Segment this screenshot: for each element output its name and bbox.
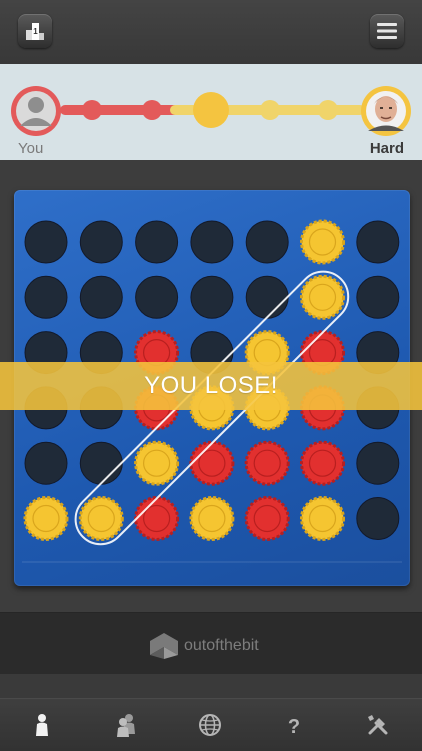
empty-slot — [245, 275, 289, 319]
outofthebit-logo-icon — [150, 633, 178, 659]
empty-slot — [356, 275, 400, 319]
empty-slot — [24, 441, 68, 485]
opponent-avatar — [361, 86, 411, 136]
podium-icon: 1 — [26, 23, 44, 40]
empty-slot — [245, 220, 289, 264]
svg-text:?: ? — [288, 716, 300, 738]
tab-two-player[interactable] — [84, 699, 168, 751]
leaderboard-button[interactable]: 1 — [18, 14, 52, 48]
difficulty-track — [11, 86, 411, 136]
tab-settings[interactable] — [336, 699, 420, 751]
red-disc — [244, 496, 290, 541]
difficulty-progress: You Hard — [0, 64, 422, 160]
empty-slot — [135, 220, 179, 264]
yellow-disc — [189, 496, 235, 541]
ad-bar[interactable]: outofthebit — [0, 612, 422, 675]
empty-slot — [190, 275, 234, 319]
top-bar: 1 — [0, 0, 422, 64]
hamburger-icon — [377, 23, 397, 39]
menu-button[interactable] — [370, 14, 404, 48]
yellow-disc — [300, 274, 345, 320]
empty-slot — [79, 220, 123, 264]
empty-slot — [79, 441, 123, 485]
spacer — [0, 674, 422, 698]
empty-slot — [135, 275, 179, 319]
empty-slot — [79, 275, 123, 319]
empty-slot — [190, 220, 234, 264]
settings-tools-icon — [368, 715, 388, 735]
player-avatar — [11, 86, 61, 136]
brand-text: outofthebit — [184, 637, 259, 654]
tab-online[interactable] — [168, 699, 252, 751]
brand-logo: outofthebit — [148, 633, 259, 659]
empty-slot — [24, 275, 68, 319]
tab-help[interactable]: ? — [252, 699, 336, 751]
result-banner: YOU LOSE! — [0, 362, 422, 410]
red-disc — [189, 440, 235, 486]
two-player-icon — [117, 714, 135, 737]
result-text: YOU LOSE! — [144, 372, 278, 399]
yellow-disc — [23, 496, 69, 541]
yellow-disc — [134, 440, 180, 486]
red-disc — [300, 440, 345, 486]
yellow-disc — [300, 219, 345, 265]
tab-bar: ? — [0, 698, 422, 751]
difficulty-label: Hard — [369, 140, 404, 157]
help-icon: ? — [288, 716, 300, 738]
yellow-disc — [300, 496, 345, 541]
empty-slot — [24, 220, 68, 264]
single-player-icon — [36, 714, 48, 736]
globe-icon — [199, 714, 221, 736]
svg-text:1: 1 — [33, 27, 38, 36]
tab-single-player[interactable] — [0, 699, 84, 751]
empty-slot — [356, 497, 400, 540]
red-disc — [134, 496, 180, 541]
player-label: You — [18, 140, 44, 157]
yellow-disc — [78, 496, 124, 541]
empty-slot — [356, 220, 400, 264]
empty-slot — [356, 441, 400, 485]
red-disc — [244, 440, 290, 486]
